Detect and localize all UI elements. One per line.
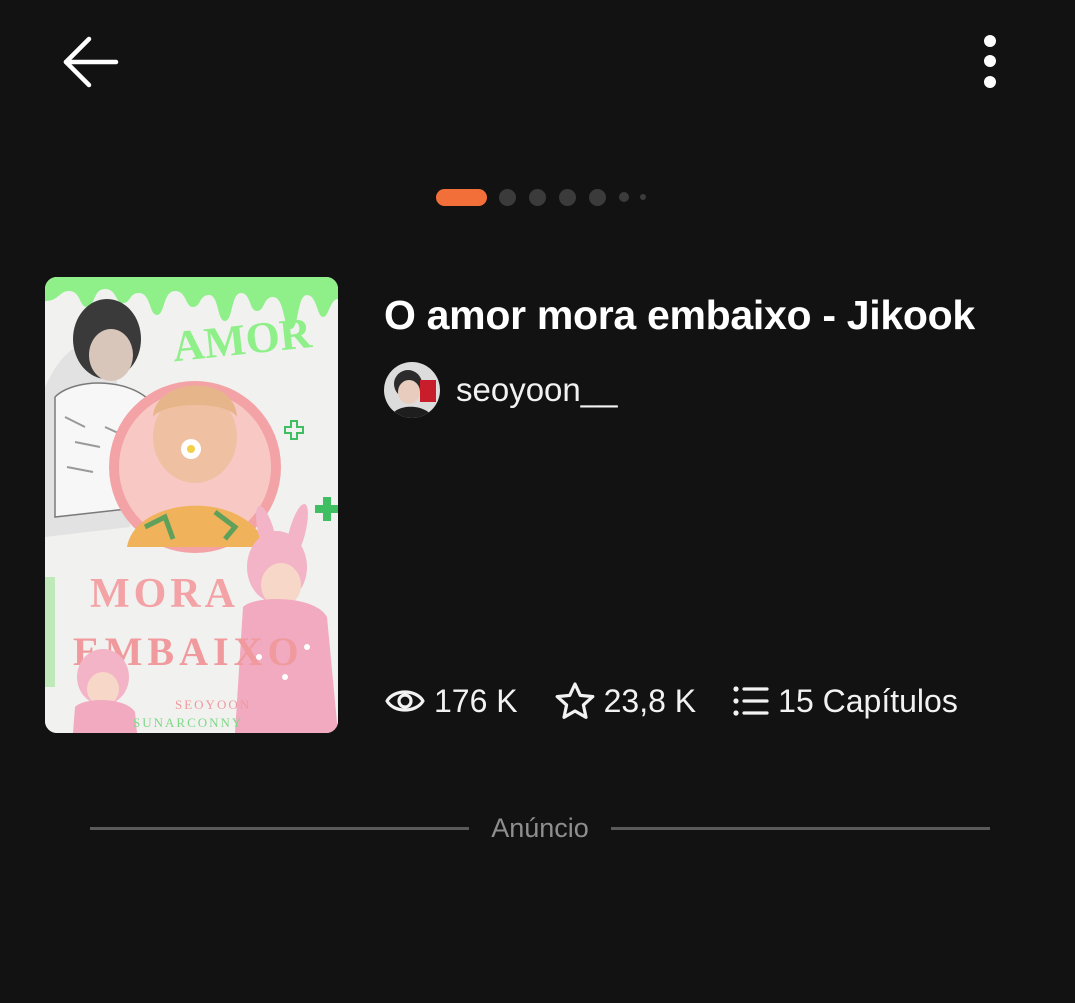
book-cover[interactable]: AMOR MORA EMBAIXO SEOYOON SUNARCONNY bbox=[45, 277, 338, 733]
author-row[interactable]: seoyoon__ bbox=[384, 362, 617, 418]
divider-line-left bbox=[90, 826, 470, 830]
arrow-left-icon bbox=[58, 36, 124, 96]
divider-line-right bbox=[610, 826, 991, 830]
pager-dot-active[interactable] bbox=[436, 188, 487, 206]
star-icon bbox=[554, 681, 596, 721]
author-avatar[interactable] bbox=[384, 362, 440, 418]
story-detail-screen: AMOR MORA EMBAIXO SEOYOON SUNARCONNY O a… bbox=[0, 0, 1075, 1003]
pager-dot[interactable] bbox=[529, 188, 546, 206]
pager-dot[interactable] bbox=[559, 188, 576, 206]
author-name[interactable]: seoyoon__ bbox=[456, 371, 617, 409]
list-icon bbox=[732, 684, 770, 718]
story-stats: 176 K 23,8 K 15 Capítulos bbox=[384, 676, 994, 726]
pager-dot[interactable] bbox=[589, 188, 606, 206]
chapters-stat: 15 Capítulos bbox=[732, 683, 958, 720]
votes-stat: 23,8 K bbox=[554, 681, 697, 721]
pager-dot[interactable] bbox=[640, 194, 646, 200]
story-title: O amor mora embaixo - Jikook bbox=[384, 292, 975, 338]
carousel-pager bbox=[436, 188, 659, 206]
cover-credit-1: SEOYOON bbox=[175, 697, 251, 712]
pager-dot[interactable] bbox=[619, 192, 629, 202]
chapters-count: 15 Capítulos bbox=[778, 682, 958, 719]
votes-count: 23,8 K bbox=[603, 682, 697, 719]
cover-title-line2: MORA bbox=[90, 571, 239, 617]
more-vertical-icon bbox=[968, 35, 1012, 100]
views-count: 176 K bbox=[434, 682, 518, 719]
ad-divider: Anúncio bbox=[90, 808, 991, 848]
back-button[interactable] bbox=[58, 32, 124, 92]
views-stat: 176 K bbox=[384, 683, 518, 720]
eye-icon bbox=[384, 684, 426, 718]
ad-label: Anúncio bbox=[491, 812, 589, 843]
cover-credit-2: SUNARCONNY bbox=[133, 715, 243, 730]
more-options-button[interactable] bbox=[968, 30, 1012, 96]
pager-dot[interactable] bbox=[499, 188, 516, 206]
